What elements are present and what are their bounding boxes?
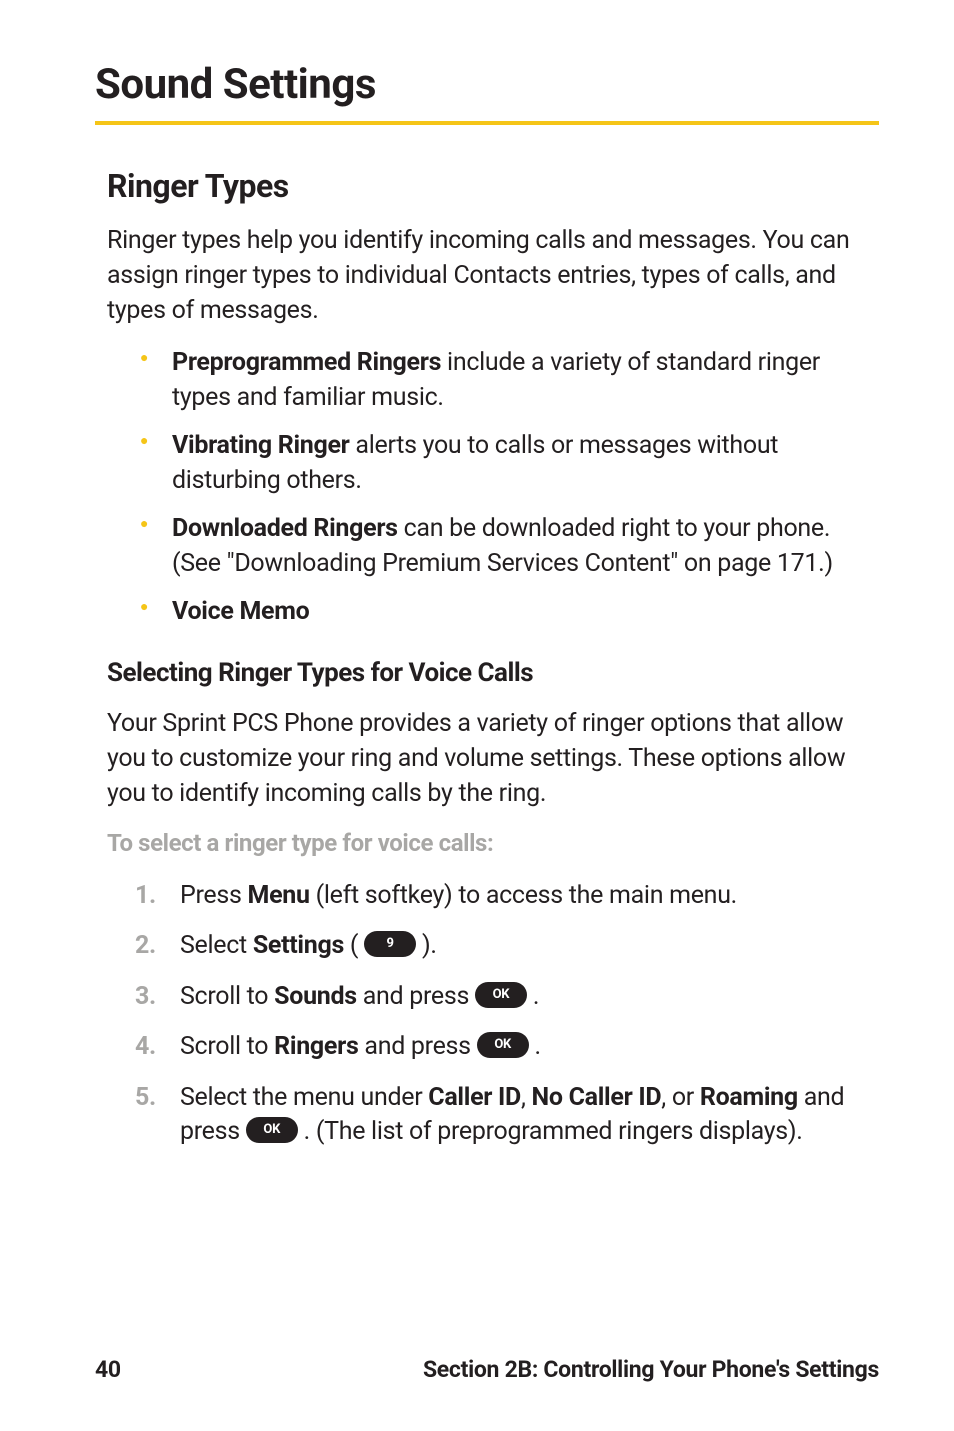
step-bold: Menu xyxy=(247,881,309,910)
step-text: ( xyxy=(344,931,364,960)
step-text: Scroll to xyxy=(180,1032,274,1061)
list-item: Downloaded Ringers can be downloaded rig… xyxy=(140,512,879,581)
step-item: 2. Select Settings ( 9 ). xyxy=(135,929,879,964)
key-9-icon: 9 xyxy=(364,931,416,957)
step-text: , xyxy=(521,1083,532,1112)
bullet-bold: Voice Memo xyxy=(172,597,309,626)
step-number: 5. xyxy=(135,1081,156,1116)
bullet-bold: Downloaded Ringers xyxy=(172,514,398,543)
page-title: Sound Settings xyxy=(95,60,879,109)
section-label: Section 2B: Controlling Your Phone's Set… xyxy=(423,1356,879,1383)
instruction-label: To select a ringer type for voice calls: xyxy=(107,829,879,857)
step-text: and press xyxy=(357,982,475,1011)
key-ok-icon: OK xyxy=(475,982,527,1008)
step-bold: No Caller ID xyxy=(532,1083,662,1112)
step-item: 4. Scroll to Ringers and press OK . xyxy=(135,1030,879,1065)
step-text: . xyxy=(529,1032,541,1061)
step-text: Select the menu under xyxy=(180,1083,428,1112)
step-bold: Roaming xyxy=(700,1083,798,1112)
step-text: . xyxy=(527,982,539,1011)
step-number: 2. xyxy=(135,929,156,964)
step-number: 3. xyxy=(135,980,156,1015)
bullet-bold: Vibrating Ringer xyxy=(172,431,350,460)
step-text: and press xyxy=(359,1032,477,1061)
step-text: ). xyxy=(416,931,437,960)
step-bold: Caller ID xyxy=(428,1083,521,1112)
step-bold: Settings xyxy=(253,931,344,960)
list-item: Voice Memo xyxy=(140,595,879,630)
step-number: 4. xyxy=(135,1030,156,1065)
step-number: 1. xyxy=(135,879,156,914)
step-text: Select xyxy=(180,931,253,960)
page-footer: 40 Section 2B: Controlling Your Phone's … xyxy=(95,1356,879,1383)
step-bold: Sounds xyxy=(274,982,357,1011)
sub-intro-paragraph: Your Sprint PCS Phone provides a variety… xyxy=(107,706,879,811)
step-text: Press xyxy=(180,881,247,910)
steps-list: 1. Press Menu (left softkey) to access t… xyxy=(135,879,879,1150)
list-item: Preprogrammed Ringers include a variety … xyxy=(140,346,879,415)
ringer-bullet-list: Preprogrammed Ringers include a variety … xyxy=(140,346,879,630)
step-bold: Ringers xyxy=(274,1032,358,1061)
step-text: Scroll to xyxy=(180,982,274,1011)
bullet-bold: Preprogrammed Ringers xyxy=(172,348,441,377)
step-text: , or xyxy=(661,1083,700,1112)
intro-paragraph: Ringer types help you identify incoming … xyxy=(107,223,879,328)
list-item: Vibrating Ringer alerts you to calls or … xyxy=(140,429,879,498)
step-text: . (The list of preprogrammed ringers dis… xyxy=(298,1117,803,1146)
sub-heading-selecting-ringer: Selecting Ringer Types for Voice Calls xyxy=(107,658,879,688)
title-rule xyxy=(95,121,879,125)
section-heading-ringer-types: Ringer Types xyxy=(107,167,879,205)
step-item: 3. Scroll to Sounds and press OK . xyxy=(135,980,879,1015)
key-ok-icon: OK xyxy=(246,1117,298,1143)
page-number: 40 xyxy=(95,1356,121,1383)
step-text: (left softkey) to access the main menu. xyxy=(310,881,737,910)
step-item: 5. Select the menu under Caller ID, No C… xyxy=(135,1081,879,1150)
step-item: 1. Press Menu (left softkey) to access t… xyxy=(135,879,879,914)
key-ok-icon: OK xyxy=(477,1032,529,1058)
